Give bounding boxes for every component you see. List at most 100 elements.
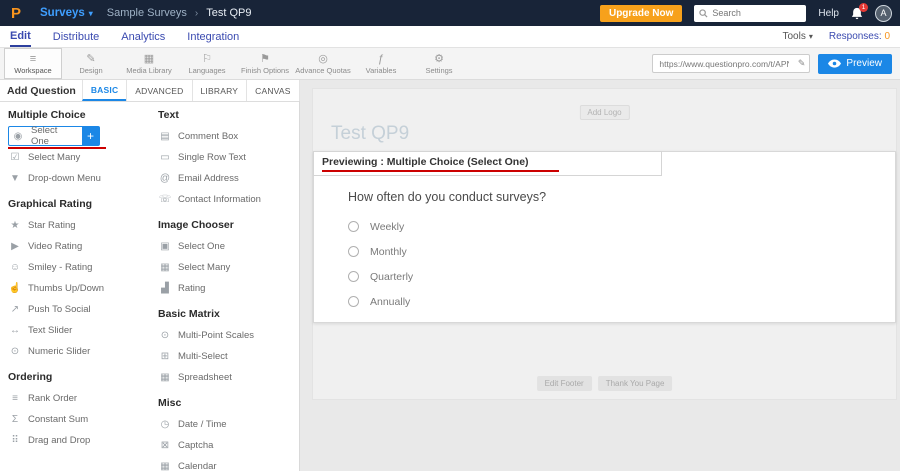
- panel-tab-basic[interactable]: BASIC: [82, 80, 127, 101]
- question-type-select-many[interactable]: ▦Select Many: [158, 257, 294, 278]
- tab-integration[interactable]: Integration: [187, 26, 239, 47]
- survey-editor-main: Add Logo Test QP9 Previewing : Multiple …: [300, 80, 900, 471]
- edit-url-pencil-icon[interactable]: ✎: [798, 58, 806, 69]
- single-row-icon: ▭: [158, 152, 172, 163]
- toolbar-item-settings[interactable]: ⚙Settings: [410, 48, 468, 79]
- survey-canvas: Add Logo Test QP9 Previewing : Multiple …: [312, 88, 897, 400]
- tab-edit[interactable]: Edit: [10, 26, 31, 47]
- question-type-push-to-social[interactable]: ↗ Push To Social: [8, 299, 144, 320]
- question-type-label: Push To Social: [28, 304, 91, 315]
- group-heading: Image Chooser: [158, 219, 294, 231]
- question-type-drop-down-menu[interactable]: ▼Drop-down Menu: [8, 168, 144, 189]
- question-type-date-time[interactable]: ◷Date / Time: [158, 414, 294, 435]
- group-heading: Text: [158, 109, 294, 121]
- question-type-select-one[interactable]: ▣Select One: [158, 236, 294, 257]
- answer-option-monthly[interactable]: Monthly: [348, 239, 895, 264]
- question-group-multiple-choice: Multiple Choice◉Select One+☑Select Many▼…: [8, 109, 144, 189]
- answer-option-label: Quarterly: [370, 271, 413, 283]
- question-type-rank-order[interactable]: ≡Rank Order: [8, 388, 144, 409]
- toolbar-item-languages[interactable]: ⚐Languages: [178, 48, 236, 79]
- toolbar-item-workspace[interactable]: ≡Workspace: [4, 48, 62, 79]
- question-type-select-one[interactable]: ◉Select One+: [8, 126, 100, 146]
- tab-analytics[interactable]: Analytics: [121, 26, 165, 47]
- image-select-one-icon: ▣: [158, 241, 172, 252]
- question-type-rating[interactable]: ▟Rating: [158, 278, 294, 299]
- variables-icon: ƒ: [378, 53, 384, 65]
- question-type-text-slider[interactable]: ↔Text Slider: [8, 320, 144, 341]
- design-icon: ✎: [86, 53, 95, 65]
- annotation-underline: [8, 147, 106, 149]
- question-type-multi-select[interactable]: ⊞Multi-Select: [158, 346, 294, 367]
- radio-button-icon[interactable]: [348, 296, 359, 307]
- search-input[interactable]: [712, 8, 797, 18]
- question-type-label: Email Address: [178, 173, 239, 184]
- toolbar-item-media-library[interactable]: ▦Media Library: [120, 48, 178, 79]
- questionpro-logo[interactable]: P: [6, 5, 26, 22]
- question-type-video-rating[interactable]: ▶Video Rating: [8, 236, 144, 257]
- question-type-multi-point-scales[interactable]: ⊙Multi-Point Scales: [158, 325, 294, 346]
- numeric-slider-icon: ⊙: [8, 346, 22, 357]
- toolbar-item-finish-options[interactable]: ⚑Finish Options: [236, 48, 294, 79]
- question-type-smiley-rating[interactable]: ☺Smiley - Rating: [8, 257, 144, 278]
- tools-menu[interactable]: Tools ▾: [782, 31, 812, 42]
- toolbar-item-variables[interactable]: ƒVariables: [352, 48, 410, 79]
- preview-button[interactable]: Preview: [818, 54, 892, 74]
- panel-tab-canvas[interactable]: CANVAS: [246, 80, 300, 101]
- breadcrumb-sample-surveys[interactable]: Sample Surveys: [107, 7, 187, 19]
- star-icon: ★: [8, 220, 22, 231]
- question-type-calendar[interactable]: ▦Calendar: [158, 456, 294, 471]
- question-type-constant-sum[interactable]: ΣConstant Sum: [8, 409, 144, 430]
- panel-tab-advanced[interactable]: ADVANCED: [126, 80, 192, 101]
- tab-distribute[interactable]: Distribute: [53, 26, 99, 47]
- question-type-contact-information[interactable]: ☏Contact Information: [158, 189, 294, 210]
- captcha-icon: ⊠: [158, 440, 172, 451]
- radio-button-icon[interactable]: [348, 246, 359, 257]
- question-type-captcha[interactable]: ⊠Captcha: [158, 435, 294, 456]
- email-icon: @: [158, 173, 172, 184]
- responses-link[interactable]: Responses: 0: [829, 31, 890, 42]
- survey-url-input[interactable]: [653, 59, 789, 69]
- answer-option-weekly[interactable]: Weekly: [348, 214, 895, 239]
- answer-option-quarterly[interactable]: Quarterly: [348, 264, 895, 289]
- question-type-email-address[interactable]: @ Email Address: [158, 168, 294, 189]
- toolbar-item-design[interactable]: ✎Design: [62, 48, 120, 79]
- responses-label: Responses:: [829, 31, 882, 42]
- question-group-graphical-rating: Graphical Rating★Star Rating▶Video Ratin…: [8, 198, 144, 362]
- text-slider-icon: ↔: [8, 325, 22, 336]
- toolbar-item-advance-quotas[interactable]: ◎Advance Quotas: [294, 48, 352, 79]
- finish-options-icon: ⚑: [260, 53, 270, 65]
- question-type-select-many[interactable]: ☑Select Many: [8, 147, 144, 168]
- workspace-toolbar: ≡Workspace✎Design▦Media Library⚐Language…: [0, 48, 900, 80]
- thank-you-page-button[interactable]: Thank You Page: [598, 376, 673, 391]
- share-icon: ↗: [8, 304, 22, 315]
- radio-button-icon[interactable]: [348, 221, 359, 232]
- panel-tab-library[interactable]: LIBRARY: [192, 80, 248, 101]
- survey-url-box[interactable]: ✎: [652, 54, 810, 73]
- add-question-plus-button[interactable]: +: [82, 127, 99, 145]
- upgrade-now-button[interactable]: Upgrade Now: [600, 5, 682, 22]
- question-type-spreadsheet[interactable]: ▦Spreadsheet: [158, 367, 294, 388]
- add-logo-button[interactable]: Add Logo: [579, 105, 629, 120]
- user-avatar[interactable]: A: [875, 5, 892, 22]
- nav-tabs: Edit Distribute Analytics Integration: [10, 26, 239, 47]
- question-type-numeric-slider[interactable]: ⊙Numeric Slider: [8, 341, 144, 362]
- tools-label: Tools: [782, 31, 805, 42]
- edit-footer-button[interactable]: Edit Footer: [537, 376, 592, 391]
- search-box[interactable]: [694, 5, 806, 22]
- content-area: Add Question BASICADVANCEDLIBRARYCANVAS …: [0, 80, 900, 471]
- question-type-label: Constant Sum: [28, 414, 88, 425]
- help-link[interactable]: Help: [818, 8, 839, 19]
- question-type-drag-and-drop[interactable]: ⠿Drag and Drop: [8, 430, 144, 451]
- question-type-star-rating[interactable]: ★Star Rating: [8, 215, 144, 236]
- question-type-comment-box[interactable]: ▤Comment Box: [158, 126, 294, 147]
- spreadsheet-icon: ▦: [158, 372, 172, 383]
- radio-button-icon[interactable]: [348, 271, 359, 282]
- question-type-thumbs-up-down[interactable]: ☝Thumbs Up/Down: [8, 278, 144, 299]
- question-type-single-row-text[interactable]: ▭Single Row Text: [158, 147, 294, 168]
- notifications-bell-icon[interactable]: 1: [851, 7, 863, 20]
- answer-option-annually[interactable]: Annually: [348, 289, 895, 314]
- product-menu-surveys[interactable]: Surveys ▾: [36, 7, 97, 19]
- question-group-ordering: Ordering≡Rank OrderΣConstant Sum⠿Drag an…: [8, 371, 144, 451]
- question-type-label: Contact Information: [178, 194, 261, 205]
- chevron-down-icon: ▾: [89, 9, 93, 18]
